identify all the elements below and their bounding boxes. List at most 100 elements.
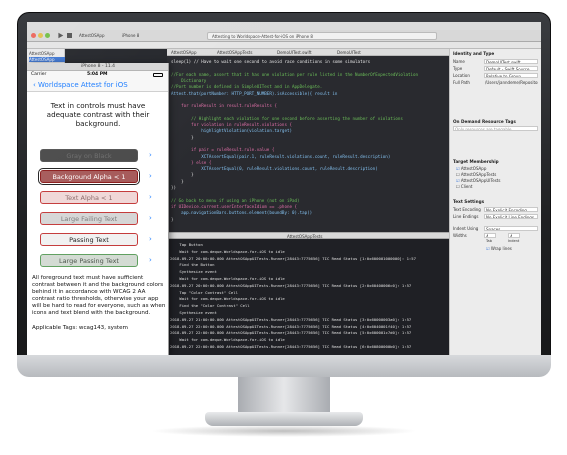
jump-bar-item[interactable]: AttestOSApp xyxy=(171,50,197,55)
tab-width-field[interactable]: 4 xyxy=(484,233,496,238)
close-window-icon[interactable] xyxy=(31,33,36,38)
monitor-stand-neck xyxy=(238,377,330,417)
rule-description: All foreground text must have sufficient… xyxy=(32,275,166,316)
debug-console[interactable]: Tap Button Wait for com.deque.Worldspace… xyxy=(167,239,449,355)
full-path-value: /Users/janndeme/Repository/AttestOS xyxy=(485,80,538,85)
ios-navigation-bar: ‹ Worldspace Attest for iOS xyxy=(27,78,168,92)
indent-using-select[interactable]: Spaces xyxy=(484,226,538,231)
console-line: Synthesize event xyxy=(170,269,217,275)
console-line: Wait for com.deque.Worldspace-for-iOS to… xyxy=(170,248,285,254)
contrast-test-button[interactable]: Large Passing Text xyxy=(40,254,138,267)
console-line: 2018-09-27 20:00:00.000 AttestOSAppUITes… xyxy=(170,255,416,261)
jump-bar-item[interactable]: DemoUITest.swift xyxy=(277,50,312,55)
stage: AttestOSApp iPhone 8 Attesting to Worlds… xyxy=(0,0,567,455)
chevron-right-icon[interactable]: › xyxy=(149,191,152,204)
code-line: } xyxy=(171,216,174,222)
back-button[interactable]: ‹ Worldspace Attest for iOS xyxy=(33,80,128,90)
monitor-screen: AttestOSApp iPhone 8 Attesting to Worlds… xyxy=(27,22,541,355)
run-icon[interactable] xyxy=(57,32,64,39)
code-line: // Highlight each violation for one seco… xyxy=(171,115,403,121)
console-line: Wait for com.deque.Worldspace-for-iOS to… xyxy=(170,276,285,281)
stop-icon[interactable] xyxy=(67,33,72,38)
console-line: Find the "Color Contrast" Cell xyxy=(170,303,250,309)
carrier-label: Carrier xyxy=(31,72,47,77)
chevron-right-icon[interactable]: › xyxy=(149,170,152,183)
scheme-selector[interactable]: AttestOSApp xyxy=(79,32,105,39)
target-checkbox[interactable]: ☐ Client xyxy=(456,184,472,189)
code-line: } xyxy=(171,178,184,184)
simulator-title: iPhone 8 - 11.4 xyxy=(27,63,168,71)
ios-simulator-window: iPhone 8 - 11.4 Carrier 5:04 PM ‹ Worlds… xyxy=(27,63,169,355)
code-line: // Go back to menu if using an iPhone (n… xyxy=(171,197,300,203)
text-encoding-label: Text Encoding xyxy=(453,207,481,212)
indent-width-field[interactable]: 4 xyxy=(508,233,520,238)
code-line: for violation in ruleResult.violations { xyxy=(171,122,293,127)
editor-jump-bar: AttestOSApp AttestOSAppTests DemoUITest.… xyxy=(167,49,449,56)
target-label: Client xyxy=(460,184,473,189)
text-encoding-select[interactable]: No Explicit Encoding xyxy=(484,207,538,212)
code-line: Dictionary xyxy=(171,77,207,83)
code-line: Attest.that(portNumber: HTTP_PORT_NUMBER… xyxy=(171,90,338,96)
monitor-chin xyxy=(17,355,551,377)
navigator-item[interactable]: AttestOSApp xyxy=(29,57,65,62)
code-line: //Port number is defined in SimpleUITest… xyxy=(171,84,323,90)
full-path-label: Full Path xyxy=(453,80,470,85)
line-endings-select[interactable]: No Explicit Line Endings xyxy=(484,214,538,219)
inspector-section-text-settings: Text Settings xyxy=(453,199,485,204)
code-line: } xyxy=(171,172,194,178)
code-line: sleep(1) // Have to wait one second to a… xyxy=(171,59,371,64)
console-line: Synthesize event xyxy=(170,310,217,315)
minimize-window-icon[interactable] xyxy=(38,33,43,38)
console-line: 2018-09-27 20:00:00.000 AttestOSAppUITes… xyxy=(170,282,412,288)
resource-tags-field[interactable]: Only resources are taggable xyxy=(453,126,538,131)
code-line: } else { xyxy=(171,159,212,165)
code-line: } xyxy=(171,134,194,140)
chevron-right-icon[interactable]: › xyxy=(149,254,152,267)
code-line: }) xyxy=(171,185,177,190)
zoom-window-icon[interactable] xyxy=(45,33,50,38)
target-checkbox[interactable]: ☑ AttestOSAppUITests xyxy=(456,178,500,183)
code-line: highlightViolation(violation.target) xyxy=(171,128,293,134)
target-checkbox[interactable]: ☐ AttestOSAppTests xyxy=(456,172,496,177)
chevron-right-icon[interactable]: › xyxy=(149,149,152,162)
name-field[interactable]: DemoUITest.swift xyxy=(484,59,538,64)
contrast-test-button[interactable]: Large Failing Text xyxy=(40,212,138,225)
console-line: 2018-09-27 22:00:00.000 AttestOSAppUITes… xyxy=(170,344,412,349)
jump-bar-item[interactable]: AttestOSAppTests xyxy=(217,50,252,55)
jump-bar-item[interactable]: DemoUITest xyxy=(337,50,361,55)
monitor-shadow xyxy=(150,425,418,437)
contrast-test-button[interactable]: Passing Text xyxy=(40,233,138,246)
name-label: Name xyxy=(453,59,465,64)
console-line: 2018-09-27 22:00:00.000 AttestOSAppUITes… xyxy=(170,323,412,329)
ios-status-bar: Carrier 5:04 PM xyxy=(27,71,168,78)
location-label: Location xyxy=(453,73,470,78)
chevron-right-icon[interactable]: › xyxy=(149,212,152,225)
indent-using-label: Indent Using xyxy=(453,226,479,231)
code-line: //For each name, assert that it has one … xyxy=(171,71,419,77)
applicable-tags: Applicable Tags: wcag143, system xyxy=(32,325,128,331)
wrap-lines-checkbox[interactable]: ☑ Wrap lines xyxy=(486,246,512,251)
xcode-toolbar: AttestOSApp iPhone 8 Attesting to Worlds… xyxy=(27,30,541,42)
contrast-test-button[interactable]: Gray on Black xyxy=(40,149,138,162)
contrast-test-button[interactable]: Text Alpha < 1 xyxy=(40,191,138,204)
target-label: AttestOSAppTests xyxy=(460,172,497,177)
debug-bar: AttestOSAppTests xyxy=(167,232,449,239)
code-line: if pair = ruleResult.rule.value { xyxy=(171,147,275,153)
contrast-test-button[interactable]: Background Alpha < 1 xyxy=(38,168,140,185)
inspector-section-identity: Identity and Type xyxy=(453,51,495,56)
page-heading: Text in controls must have adequate cont… xyxy=(46,101,150,128)
console-line: Wait for com.deque.Worldspace-for-iOS to… xyxy=(170,296,285,302)
type-select[interactable]: Default - Swift Source xyxy=(484,66,538,71)
navigator-item[interactable]: AttestOSApp xyxy=(29,51,65,56)
clock-label: 5:04 PM xyxy=(87,72,108,77)
target-checkbox[interactable]: ☑ AttestOSApp xyxy=(456,166,486,171)
navigator-tab-bar[interactable] xyxy=(27,42,541,49)
code-line: XCTAssertEqual(0, ruleResult.violations.… xyxy=(171,166,378,172)
source-editor[interactable]: sleep(1) // Have to wait one second to a… xyxy=(167,56,449,232)
location-select[interactable]: Relative to Group xyxy=(484,73,538,78)
chevron-right-icon[interactable]: › xyxy=(149,233,152,246)
inspector-section-target: Target Membership xyxy=(453,159,499,164)
line-endings-label: Line Endings xyxy=(453,214,479,219)
device-selector[interactable]: iPhone 8 xyxy=(122,32,139,39)
inspector-section-tags: On Demand Resource Tags xyxy=(453,119,516,124)
